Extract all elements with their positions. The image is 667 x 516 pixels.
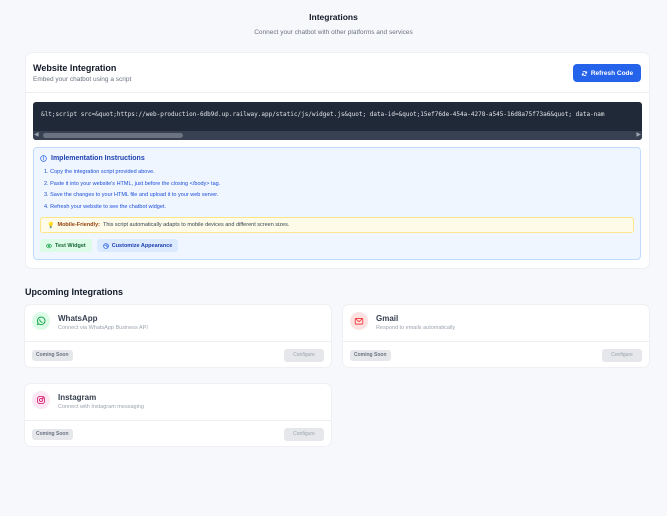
instruction-actions: Test Widget Customize Appearance [40,239,179,252]
scrollbar-thumb[interactable] [43,133,183,138]
customize-appearance-button[interactable]: Customize Appearance [96,239,179,252]
customize-appearance-label: Customize Appearance [111,242,173,249]
embed-code-box[interactable]: &lt;script src=&quot;https://web-product… [33,102,642,140]
tip-label: Mobile-Friendly: [57,222,100,228]
test-widget-button[interactable]: Test Widget [40,239,92,252]
coming-soon-badge: Coming Soon [32,350,73,361]
instructions-title: Implementation Instructions [51,155,145,162]
instagram-integration-card: Instagram Connect with Instagram messagi… [25,384,331,446]
integration-name: Instagram [58,393,97,402]
card-divider [343,341,649,342]
test-widget-label: Test Widget [55,242,86,249]
card-divider [25,341,331,342]
tip-text: This script automatically adapts to mobi… [102,222,290,228]
integration-description: Connect via WhatsApp Business API [58,325,148,331]
whatsapp-integration-card: WhatsApp Connect via WhatsApp Business A… [25,305,331,367]
instagram-icon [32,391,50,409]
embed-code-text[interactable]: &lt;script src=&quot;https://web-product… [41,111,605,118]
integration-description: Connect with Instagram messaging [58,404,144,410]
gmail-integration-card: Gmail Respond to emails automatically Co… [343,305,649,367]
mobile-friendly-tip: 💡 Mobile-Friendly: This script automatic… [40,217,634,233]
implementation-instructions-panel: Implementation Instructions 1. Copy the … [33,147,641,260]
configure-button[interactable]: Configure [284,349,324,362]
instruction-step: 2. Paste it into your website's HTML, ju… [44,180,221,187]
coming-soon-badge: Coming Soon [32,429,73,440]
card-divider [26,92,649,93]
refresh-icon [581,70,587,76]
coming-soon-badge: Coming Soon [350,350,391,361]
eye-icon [46,243,52,248]
upcoming-integrations-title: Upcoming Integrations [25,287,124,297]
page-title: Integrations [309,12,358,22]
website-integration-card: Website Integration Embed your chatbot u… [26,53,649,268]
page-subtitle: Connect your chatbot with other platform… [254,29,413,36]
refresh-code-label: Refresh Code [590,69,634,77]
instructions-list: 1. Copy the integration script provided … [44,168,220,214]
instruction-step: 3. Save the changes to your HTML file an… [44,192,219,198]
instructions-heading: Implementation Instructions [40,155,145,162]
info-icon [40,155,47,162]
integration-name: WhatsApp [58,314,98,323]
website-integration-title: Website Integration [33,63,117,73]
palette-icon [102,242,109,249]
mail-icon [350,312,368,330]
card-divider [25,420,331,421]
integration-name: Gmail [376,314,399,323]
whatsapp-icon [32,312,50,330]
configure-button[interactable]: Configure [602,349,642,362]
scroll-right-arrow-icon[interactable]: ▶ [636,132,641,139]
website-integration-description: Embed your chatbot using a script [33,76,132,83]
integration-description: Respond to emails automatically [376,325,456,331]
code-horizontal-scrollbar[interactable]: ◀ ▶ [33,131,642,140]
configure-button[interactable]: Configure [284,428,324,441]
refresh-code-button[interactable]: Refresh Code [573,64,641,82]
instruction-step: 1. Copy the integration script provided … [44,169,155,175]
instruction-step: 4. Refresh your website to see the chatb… [44,203,166,210]
lightbulb-icon: 💡 [47,222,55,229]
scroll-left-arrow-icon[interactable]: ◀ [34,132,39,139]
